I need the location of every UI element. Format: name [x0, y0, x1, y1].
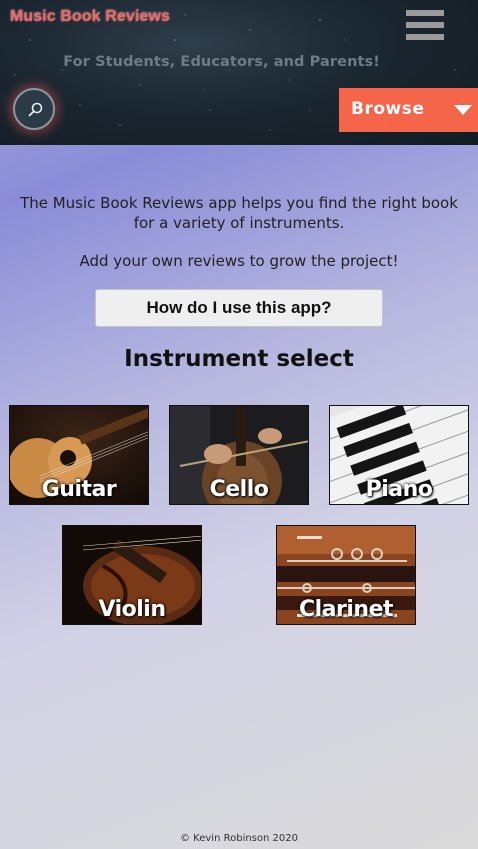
intro-text: The Music Book Reviews app helps you fin… [20, 194, 458, 232]
instrument-label-cello: Cello [209, 477, 269, 502]
how-to-use-button[interactable]: How do I use this app? [95, 289, 383, 327]
search-button[interactable] [13, 88, 55, 130]
instrument-label-clarinet: Clarinet [298, 597, 394, 622]
cta-text: Add your own reviews to grow the project… [79, 252, 399, 270]
header: Music Book Reviews For Students, Educato… [0, 0, 478, 145]
instrument-label-violin: Violin [98, 597, 166, 622]
search-icon [28, 102, 43, 117]
instrument-tile-violin[interactable]: Violin [62, 525, 202, 625]
app-subtitle: For Students, Educators, and Parents! [63, 54, 380, 70]
browse-dropdown-button[interactable]: Browse [339, 88, 478, 132]
instrument-tile-guitar[interactable]: Guitar [9, 405, 149, 505]
instrument-label-piano: Piano [365, 477, 433, 502]
browse-label: Browse [351, 99, 425, 119]
hamburger-menu-icon[interactable] [406, 10, 444, 41]
instrument-tile-piano[interactable]: Piano [329, 405, 469, 505]
instrument-tile-cello[interactable]: Cello [169, 405, 309, 505]
copyright-footer: © Kevin Robinson 2020 [180, 833, 298, 844]
app-title[interactable]: Music Book Reviews [10, 8, 170, 26]
section-title: Instrument select [124, 346, 354, 372]
instrument-label-guitar: Guitar [41, 477, 117, 502]
caret-down-icon [454, 105, 472, 115]
instrument-tile-clarinet[interactable]: Clarinet [276, 525, 416, 625]
